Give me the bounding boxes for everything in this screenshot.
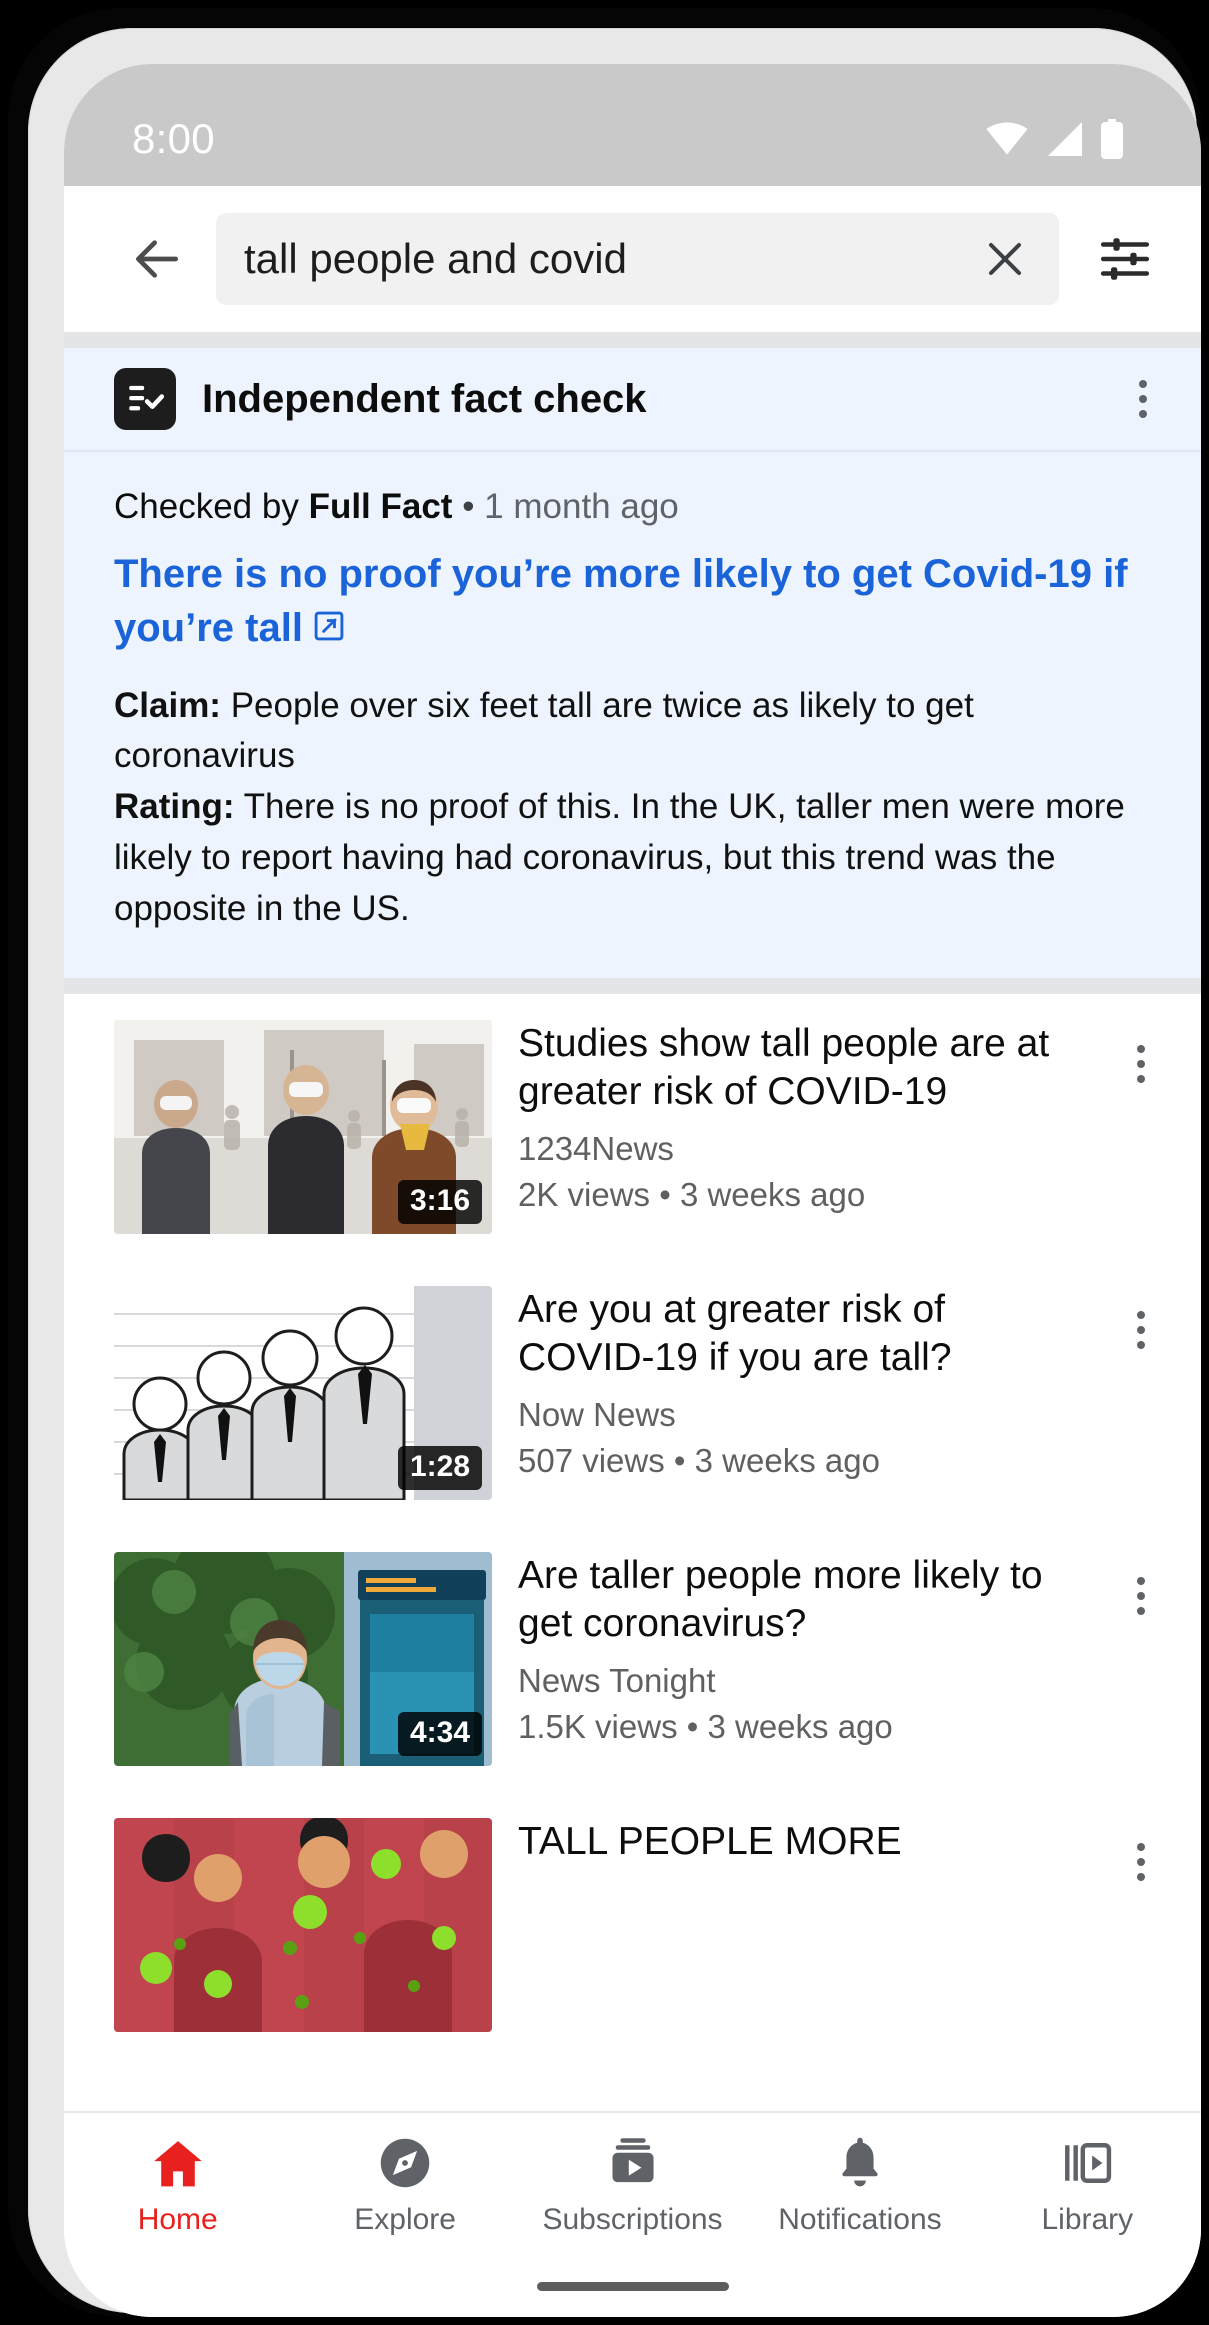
fact-check-card: Independent fact check Checked by Full F… bbox=[64, 348, 1201, 978]
red-crowd-illustration bbox=[114, 1818, 492, 2032]
subscriptions-icon bbox=[605, 2135, 661, 2191]
section-divider-2 bbox=[64, 978, 1201, 994]
nav-item-home[interactable]: Home bbox=[64, 2135, 291, 2237]
video-duration-badge: 4:34 bbox=[398, 1712, 482, 1756]
status-icon-group bbox=[985, 119, 1123, 159]
fact-check-overflow-button[interactable] bbox=[1113, 361, 1173, 437]
nav-label-notifications: Notifications bbox=[778, 2203, 941, 2237]
video-result-item[interactable]: TALL PEOPLE MORE bbox=[64, 1792, 1201, 2058]
video-metadata: Studies show tall people are at greater … bbox=[518, 1020, 1085, 1217]
video-thumbnail-container[interactable]: 4:34 bbox=[114, 1552, 492, 1766]
video-metadata: Are you at greater risk of COVID-19 if y… bbox=[518, 1286, 1085, 1483]
nav-label-home: Home bbox=[138, 2203, 218, 2237]
home-indicator[interactable] bbox=[537, 2282, 729, 2291]
video-metadata: TALL PEOPLE MORE bbox=[518, 1818, 1085, 1876]
checked-time: 1 month ago bbox=[484, 487, 679, 526]
video-thumbnail bbox=[114, 1818, 492, 2032]
status-clock: 8:00 bbox=[132, 115, 215, 163]
more-vertical-icon bbox=[1137, 1311, 1145, 1319]
compass-icon bbox=[377, 2135, 433, 2191]
external-link-icon bbox=[311, 604, 347, 658]
phone-bezel: 8:00 bbox=[28, 28, 1197, 2313]
fact-check-headline-link[interactable]: There is no proof you’re more likely to … bbox=[114, 547, 1151, 659]
video-overflow-button[interactable] bbox=[1111, 1824, 1171, 1900]
video-thumbnail-container[interactable]: 1:28 bbox=[114, 1286, 492, 1500]
fact-check-title: Independent fact check bbox=[202, 377, 1087, 422]
nav-item-notifications[interactable]: Notifications bbox=[746, 2135, 973, 2237]
checked-separator: • bbox=[452, 487, 484, 526]
search-filter-button[interactable] bbox=[1079, 216, 1171, 302]
video-result-item[interactable]: 1:28 Are you at greater risk of COVID-19… bbox=[64, 1260, 1201, 1526]
signal-icon bbox=[1045, 122, 1085, 156]
status-bar: 8:00 bbox=[64, 64, 1201, 186]
video-title: TALL PEOPLE MORE bbox=[518, 1818, 1081, 1866]
rating-label: Rating: bbox=[114, 787, 235, 826]
video-duration-badge: 3:16 bbox=[398, 1180, 482, 1224]
video-overflow-button[interactable] bbox=[1111, 1558, 1171, 1634]
video-title: Are you at greater risk of COVID-19 if y… bbox=[518, 1286, 1081, 1382]
wifi-icon bbox=[985, 122, 1029, 156]
back-button[interactable] bbox=[114, 216, 200, 302]
nav-item-subscriptions[interactable]: Subscriptions bbox=[519, 2135, 746, 2237]
fact-check-badge bbox=[114, 368, 176, 430]
fact-check-rating: Rating: There is no proof of this. In th… bbox=[114, 782, 1151, 934]
video-metadata: Are taller people more likely to get cor… bbox=[518, 1552, 1085, 1749]
fact-check-headline-text: There is no proof you’re more likely to … bbox=[114, 552, 1128, 650]
claim-text: People over six feet tall are twice as l… bbox=[114, 686, 974, 776]
claim-label: Claim: bbox=[114, 686, 221, 725]
more-vertical-icon bbox=[1137, 1843, 1145, 1851]
video-result-item[interactable]: 3:16 Studies show tall people are at gre… bbox=[64, 994, 1201, 1260]
video-stats: 507 views • 3 weeks ago bbox=[518, 1438, 1081, 1484]
video-overflow-button[interactable] bbox=[1111, 1292, 1171, 1368]
video-channel: News Tonight bbox=[518, 1658, 1081, 1704]
fact-check-icon bbox=[124, 378, 166, 420]
back-arrow-icon bbox=[129, 231, 185, 287]
clear-search-button[interactable] bbox=[977, 231, 1033, 287]
home-icon bbox=[150, 2135, 206, 2191]
video-thumbnail-container[interactable] bbox=[114, 1818, 492, 2032]
bell-icon bbox=[832, 2135, 888, 2191]
filter-icon bbox=[1096, 230, 1154, 288]
section-divider bbox=[64, 332, 1201, 348]
phone-frame: 8:00 bbox=[8, 8, 1201, 2317]
battery-icon bbox=[1101, 119, 1123, 159]
video-stats: 1.5K views • 3 weeks ago bbox=[518, 1704, 1081, 1750]
fact-check-claim: Claim: People over six feet tall are twi… bbox=[114, 681, 1151, 783]
search-results-list: 3:16 Studies show tall people are at gre… bbox=[64, 994, 1201, 2058]
checked-by-prefix: Checked by bbox=[114, 487, 309, 526]
video-channel: 1234News bbox=[518, 1126, 1081, 1172]
video-thumbnail-container[interactable]: 3:16 bbox=[114, 1020, 492, 1234]
video-overflow-button[interactable] bbox=[1111, 1026, 1171, 1102]
fact-check-body: Checked by Full Fact • 1 month ago There… bbox=[64, 452, 1201, 978]
nav-item-library[interactable]: Library bbox=[974, 2135, 1201, 2237]
screenshot-root: 8:00 bbox=[0, 0, 1209, 2325]
app-surface: tall people and covid bbox=[64, 186, 1201, 2317]
more-vertical-icon bbox=[1137, 1577, 1145, 1585]
fact-check-header: Independent fact check bbox=[64, 348, 1201, 452]
nav-label-explore: Explore bbox=[354, 2203, 456, 2237]
video-result-item[interactable]: 4:34 Are taller people more likely to ge… bbox=[64, 1526, 1201, 1792]
search-input-container[interactable]: tall people and covid bbox=[216, 213, 1059, 305]
nav-label-library: Library bbox=[1041, 2203, 1133, 2237]
search-bar: tall people and covid bbox=[64, 186, 1201, 332]
library-icon bbox=[1059, 2135, 1115, 2191]
rating-text: There is no proof of this. In the UK, ta… bbox=[114, 787, 1125, 928]
video-duration-badge: 1:28 bbox=[398, 1446, 482, 1490]
nav-label-subscriptions: Subscriptions bbox=[542, 2203, 722, 2237]
more-vertical-icon bbox=[1137, 1045, 1145, 1053]
more-vertical-icon bbox=[1139, 380, 1147, 388]
phone-screen: 8:00 bbox=[64, 64, 1201, 2317]
video-title: Studies show tall people are at greater … bbox=[518, 1020, 1081, 1116]
search-input[interactable]: tall people and covid bbox=[244, 235, 965, 283]
fact-check-attribution: Checked by Full Fact • 1 month ago bbox=[114, 482, 1151, 533]
nav-item-explore[interactable]: Explore bbox=[291, 2135, 518, 2237]
video-channel: Now News bbox=[518, 1392, 1081, 1438]
video-stats: 2K views • 3 weeks ago bbox=[518, 1172, 1081, 1218]
video-title: Are taller people more likely to get cor… bbox=[518, 1552, 1081, 1648]
close-icon bbox=[981, 235, 1029, 283]
checked-by-source: Full Fact bbox=[309, 487, 453, 526]
